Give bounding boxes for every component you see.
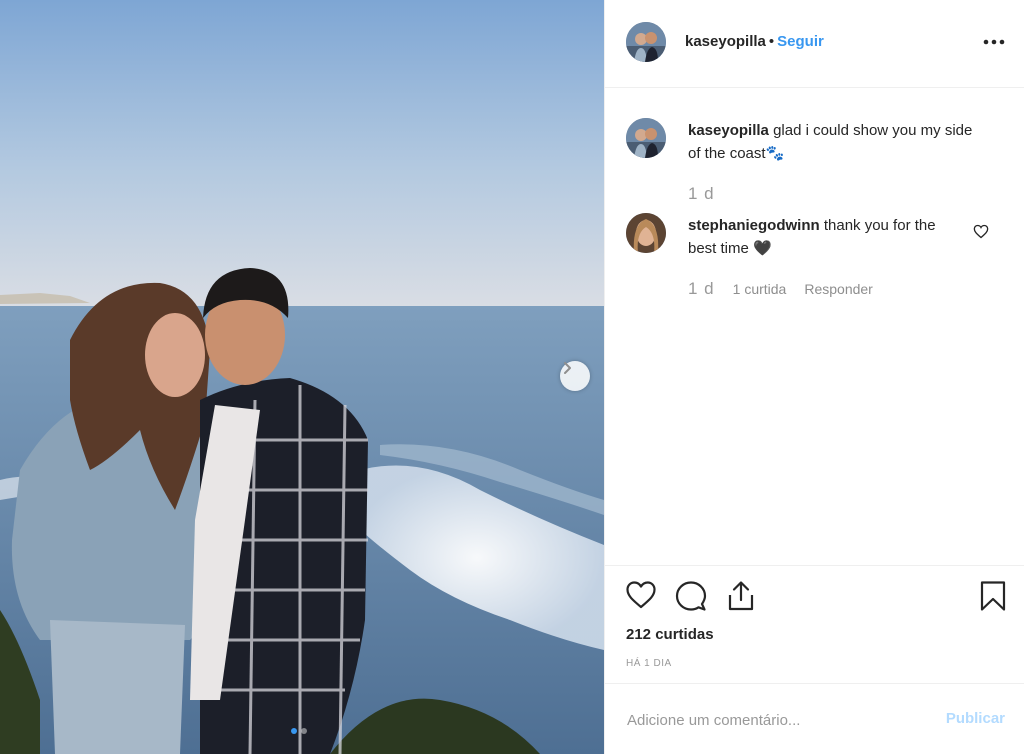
carousel-indicator — [291, 728, 307, 734]
comment-like-button[interactable] — [973, 224, 989, 244]
bookmark-icon — [980, 581, 1006, 611]
comment-likes[interactable]: 1 curtida — [733, 281, 787, 297]
add-comment-bar: Publicar — [605, 683, 1024, 754]
comment-age[interactable]: 1 d — [688, 279, 715, 299]
share-button[interactable] — [725, 580, 757, 617]
post-details-panel: kaseyopilla•Seguir kaseyopilla glad i — [604, 0, 1024, 754]
author-avatar[interactable] — [626, 22, 666, 62]
heart-outline-icon — [973, 224, 989, 239]
publish-button[interactable]: Publicar — [946, 710, 1005, 727]
comment-icon — [675, 581, 707, 611]
comment-username[interactable]: stephaniegodwinn — [688, 217, 820, 234]
save-button[interactable] — [979, 580, 1007, 617]
likes-count[interactable]: 212 curtidas — [626, 626, 714, 643]
comment-avatar[interactable] — [626, 213, 666, 253]
post-photo[interactable] — [0, 0, 604, 754]
comment-avatar[interactable] — [626, 118, 666, 158]
heart-icon — [626, 581, 656, 609]
more-options-icon — [983, 39, 1005, 45]
comment-button[interactable] — [675, 580, 707, 617]
avatar-image — [626, 213, 666, 253]
comment-body: kaseyopilla glad i could show you my sid… — [688, 119, 988, 165]
post-header: kaseyopilla • Seguir — [605, 0, 1024, 88]
carousel-dot-active — [291, 728, 297, 734]
comment-emoji: 🐾 — [765, 145, 785, 162]
like-button[interactable] — [625, 580, 657, 615]
avatar-image — [626, 22, 666, 62]
comment-input[interactable] — [625, 706, 929, 734]
comment-age[interactable]: 1 d — [688, 184, 715, 204]
follow-button[interactable]: Seguir — [777, 33, 824, 50]
comment-username[interactable]: kaseyopilla — [688, 122, 769, 139]
comment-body: stephaniegodwinn thank you for the best … — [688, 214, 968, 260]
more-options-button[interactable] — [981, 30, 1007, 54]
author-username[interactable]: kaseyopilla — [685, 33, 766, 50]
avatar-image — [626, 118, 666, 158]
chevron-right-icon — [564, 362, 571, 374]
post-actions: 212 curtidas HÁ 1 DIA — [605, 565, 1024, 683]
comment-emoji: 🖤 — [753, 240, 772, 257]
post-timestamp: HÁ 1 DIA — [626, 658, 672, 669]
photo-image — [0, 0, 604, 754]
comment-meta: 1 d 1 curtida Responder — [688, 279, 873, 299]
header-line: kaseyopilla • Seguir — [685, 33, 824, 50]
reply-button[interactable]: Responder — [804, 281, 873, 297]
comment-meta: 1 d — [688, 184, 715, 204]
header-separator: • — [768, 33, 775, 50]
comments-list: kaseyopilla glad i could show you my sid… — [605, 88, 1024, 565]
share-icon — [728, 581, 754, 611]
carousel-next-button[interactable] — [560, 361, 590, 391]
carousel-dot — [301, 728, 307, 734]
